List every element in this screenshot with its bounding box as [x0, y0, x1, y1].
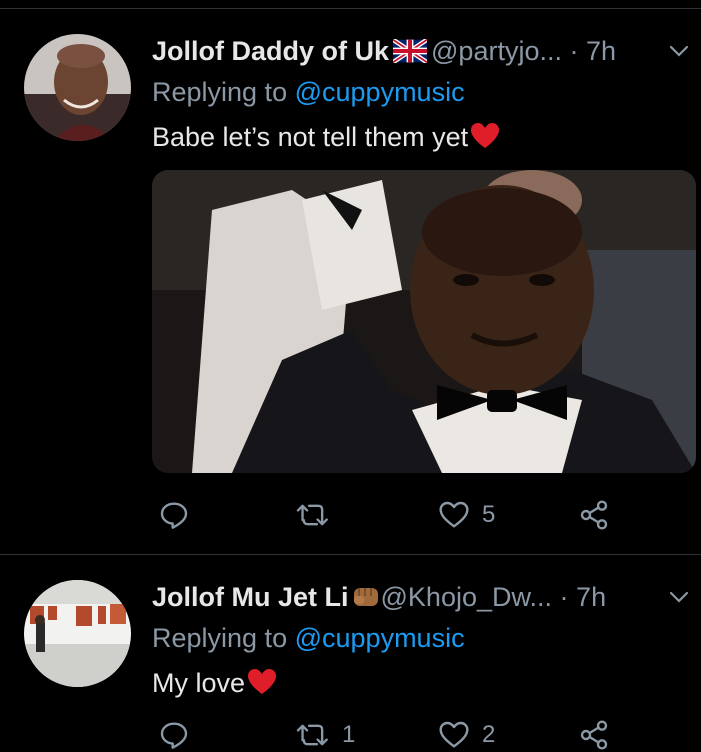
- tweet-text-content: My love: [152, 668, 246, 698]
- like-count: 2: [482, 721, 496, 748]
- reply-button[interactable]: [158, 498, 190, 532]
- tweet-image[interactable]: [152, 170, 696, 473]
- replying-to: Replying to @cuppymusic: [152, 621, 465, 655]
- heart-icon: [439, 721, 469, 748]
- share-button[interactable]: [578, 718, 610, 752]
- reply-button[interactable]: [158, 718, 190, 752]
- tweet-actions: 1 2: [152, 718, 652, 752]
- avatar[interactable]: [24, 34, 131, 141]
- tweet-divider: [0, 554, 701, 555]
- reply-mention-link[interactable]: @cuppymusic: [295, 623, 465, 653]
- heart-icon: [439, 501, 469, 528]
- separator-dot: ·: [559, 582, 569, 612]
- tweet-text-content: Babe let’s not tell them yet: [152, 122, 469, 152]
- like-button[interactable]: 2: [438, 718, 495, 752]
- retweet-button[interactable]: [296, 498, 342, 532]
- reply-icon: [160, 502, 188, 529]
- fist-icon: [351, 582, 381, 618]
- like-count: 5: [482, 501, 496, 528]
- uk-flag-icon: [391, 37, 429, 71]
- author-handle[interactable]: @Khojo_Dw...: [381, 582, 553, 612]
- author-name[interactable]: Jollof Daddy of Uk: [152, 36, 389, 66]
- tweet[interactable]: Jollof Mu Jet Li @Khojo_Dw... · 7h Replyi…: [0, 580, 701, 750]
- chevron-down-icon[interactable]: [668, 40, 690, 62]
- red-heart-icon: [247, 668, 277, 704]
- tweet-actions: 5: [152, 498, 652, 532]
- author-handle[interactable]: @partyjo...: [431, 36, 562, 66]
- share-button[interactable]: [578, 498, 610, 532]
- tweet-text: My love: [152, 666, 277, 704]
- timestamp[interactable]: 7h: [586, 36, 616, 66]
- retweet-icon: [296, 504, 328, 526]
- tweet-text: Babe let’s not tell them yet: [152, 120, 500, 158]
- reply-mention-link[interactable]: @cuppymusic: [295, 77, 465, 107]
- share-icon: [580, 500, 608, 530]
- retweet-count: 1: [342, 721, 356, 748]
- share-icon: [580, 720, 608, 750]
- retweet-button[interactable]: 1: [296, 718, 355, 752]
- tweet-header: Jollof Daddy of Uk @partyjo... · 7h: [152, 34, 616, 68]
- reply-icon: [160, 722, 188, 749]
- avatar[interactable]: [24, 580, 131, 687]
- replying-to: Replying to @cuppymusic: [152, 75, 465, 109]
- tweet-header: Jollof Mu Jet Li @Khojo_Dw... · 7h: [152, 580, 606, 614]
- tweet[interactable]: Jollof Daddy of Uk @partyjo... · 7h Reply…: [0, 34, 701, 554]
- reply-prefix: Replying to: [152, 623, 288, 653]
- like-button[interactable]: 5: [438, 498, 495, 532]
- timestamp[interactable]: 7h: [576, 582, 606, 612]
- chevron-down-icon[interactable]: [668, 586, 690, 608]
- separator-dot: ·: [569, 36, 579, 66]
- retweet-icon: [296, 724, 328, 746]
- top-divider: [0, 8, 701, 9]
- author-name[interactable]: Jollof Mu Jet Li: [152, 582, 349, 612]
- reply-prefix: Replying to: [152, 77, 288, 107]
- red-heart-icon: [470, 122, 500, 158]
